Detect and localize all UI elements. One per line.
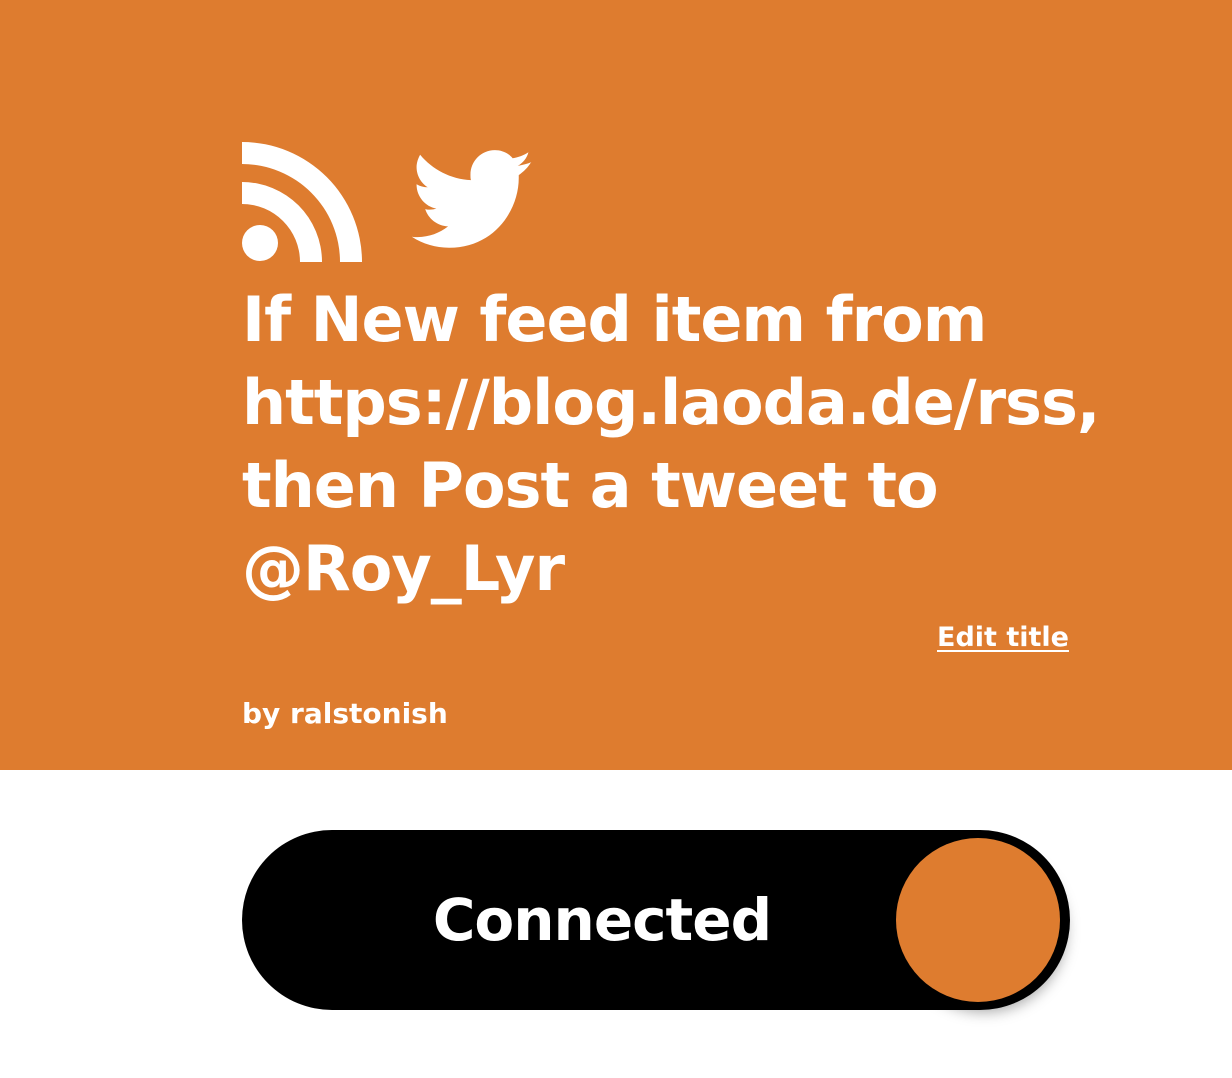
applet-title: If New feed item from https://blog.laoda… (242, 283, 1100, 605)
edit-title-link[interactable]: Edit title (937, 622, 1069, 653)
twitter-icon (412, 150, 532, 248)
rss-icon (242, 142, 362, 262)
service-icons (242, 142, 532, 262)
toggle-knob[interactable] (896, 838, 1060, 1002)
author-byline: by ralstonish (242, 697, 448, 730)
connection-toggle[interactable]: Connected (242, 830, 1070, 1010)
toggle-label: Connected (432, 886, 772, 954)
applet-header: If New feed item from https://blog.laoda… (0, 0, 1232, 770)
